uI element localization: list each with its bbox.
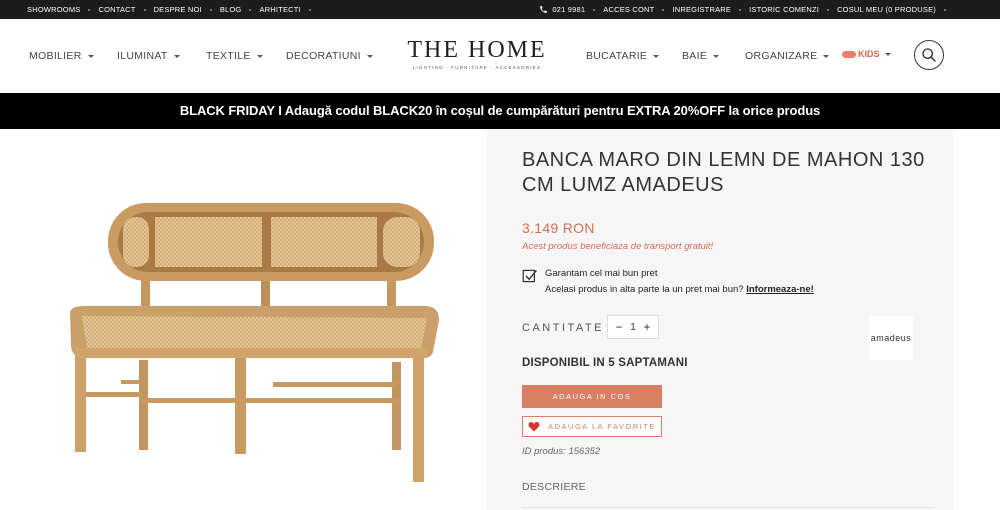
nav-item-decoratiuni[interactable]: DECORATIUNI	[286, 50, 373, 62]
quantity-stepper[interactable]: − 1 +	[607, 315, 659, 339]
top-link-arhitecti[interactable]: ARHITECTI	[259, 5, 300, 14]
nav-label: DECORATIUNI	[286, 50, 361, 62]
product-image[interactable]	[35, 130, 483, 510]
nav-item-organizare[interactable]: ORGANIZARE	[745, 50, 830, 62]
chevron-down-icon	[713, 54, 720, 58]
availability-status: DISPONIBIL IN 5 SAPTAMANI	[522, 357, 688, 369]
nav-item-kids[interactable]: KIDS	[842, 49, 891, 59]
top-link-showrooms[interactable]: SHOWROOMS	[27, 5, 80, 14]
top-link-inregistrare[interactable]: INREGISTRARE	[672, 5, 731, 14]
best-price-question: Acelasi produs in alta parte la un pret …	[545, 284, 744, 295]
nav-label: ILUMINAT	[117, 50, 168, 62]
separator-dot	[209, 8, 212, 11]
separator-dot	[593, 8, 596, 11]
best-price-title: Garantam cel mai bun pret	[545, 268, 658, 279]
top-link-despre-noi[interactable]: DESPRE NOI	[154, 5, 202, 14]
chevron-down-icon	[87, 54, 94, 58]
separator-dot	[944, 8, 946, 11]
free-shipping-note: Acest produs beneficiaza de transport gr…	[522, 241, 714, 252]
best-price-text: Acelasi produs in alta parte la un pret …	[545, 284, 814, 295]
separator-dot	[249, 8, 252, 11]
nav-label: ORGANIZARE	[745, 50, 818, 62]
top-bar-left-links: SHOWROOMS CONTACT DESPRE NOI BLOG ARHITE…	[27, 5, 319, 14]
logo-tagline: LIGHTING · FURNITURE · ACCESSORIES	[412, 65, 542, 70]
nav-label: BUCATARIE	[586, 50, 648, 62]
main-header: MOBILIER ILUMINAT TEXTILE DECORATIUNI TH…	[0, 19, 1000, 93]
plus-icon[interactable]: +	[642, 320, 652, 334]
nav-item-iluminat[interactable]: ILUMINAT	[117, 50, 180, 62]
logo-title: THE HOME	[407, 37, 547, 63]
site-logo[interactable]: THE HOME LIGHTING · FURNITURE · ACCESSOR…	[404, 37, 550, 73]
chevron-down-icon	[884, 52, 891, 56]
heart-icon	[528, 422, 540, 432]
product-id-label: ID produs:	[522, 446, 566, 457]
product-title: BANCA MARO DIN LEMN DE MAHON 130 CM LUMZ…	[522, 149, 925, 196]
top-link-blog[interactable]: BLOG	[220, 5, 242, 14]
promo-banner[interactable]: BLACK FRIDAY I Adaugă codul BLACK20 în c…	[0, 93, 1000, 129]
separator-dot	[662, 8, 665, 11]
separator-dot	[88, 8, 91, 11]
search-icon	[922, 48, 936, 62]
top-link-contact[interactable]: CONTACT	[98, 5, 135, 14]
inform-us-link[interactable]: Informeaza-ne!	[746, 284, 814, 295]
top-bar: SHOWROOMS CONTACT DESPRE NOI BLOG ARHITE…	[0, 0, 1000, 19]
nav-label: MOBILIER	[29, 50, 82, 62]
separator-dot	[827, 8, 830, 11]
separator-dot	[739, 8, 742, 11]
add-to-favorites-button[interactable]: ADAUGA LA FAVORITE	[522, 416, 662, 437]
divider	[522, 507, 932, 508]
add-to-cart-button[interactable]: ADAUGA IN COS	[522, 385, 662, 408]
nav-item-mobilier[interactable]: MOBILIER	[29, 50, 94, 62]
product-price: 3.149 RON	[522, 220, 595, 236]
minus-icon[interactable]: −	[614, 320, 624, 334]
product-details-panel: BANCA MARO DIN LEMN DE MAHON 130 CM LUMZ…	[487, 130, 953, 510]
nav-label: TEXTILE	[206, 50, 251, 62]
product-id: ID produs: 156352	[522, 446, 600, 457]
separator-dot	[308, 8, 311, 11]
chevron-down-icon	[173, 54, 180, 58]
search-button[interactable]	[914, 40, 944, 70]
checkbox-check-icon	[522, 269, 537, 283]
chevron-down-icon	[653, 54, 660, 58]
separator-dot	[143, 8, 146, 11]
tab-descriere[interactable]: DESCRIERE	[522, 481, 586, 493]
add-to-favorites-label: ADAUGA LA FAVORITE	[548, 422, 656, 431]
nav-item-baie[interactable]: BAIE	[682, 50, 720, 62]
top-bar-right-links: 021 9981 ACCES CONT INREGISTRARE ISTORIC…	[539, 5, 954, 14]
nav-item-textile[interactable]: TEXTILE	[206, 50, 263, 62]
phone-number[interactable]: 021 9981	[552, 5, 585, 14]
phone-icon	[540, 6, 548, 13]
top-link-cosul-meu[interactable]: COSUL MEU (0 PRODUSE)	[837, 5, 936, 14]
product-id-value: 156352	[568, 446, 601, 457]
quantity-label: CANTITATE	[522, 322, 604, 334]
nav-label: BAIE	[682, 50, 708, 62]
nav-item-bucatarie[interactable]: BUCATARIE	[586, 50, 660, 62]
kids-icon	[842, 50, 856, 58]
top-link-istoric-comenzi[interactable]: ISTORIC COMENZI	[749, 5, 819, 14]
chevron-down-icon	[256, 54, 263, 58]
top-link-acces-cont[interactable]: ACCES CONT	[603, 5, 654, 14]
chevron-down-icon	[366, 54, 373, 58]
bench-illustration	[70, 203, 439, 482]
brand-logo[interactable]: amadeus	[869, 316, 913, 360]
nav-label: KIDS	[858, 49, 880, 59]
chevron-down-icon	[823, 54, 830, 58]
quantity-value[interactable]: 1	[630, 322, 636, 333]
